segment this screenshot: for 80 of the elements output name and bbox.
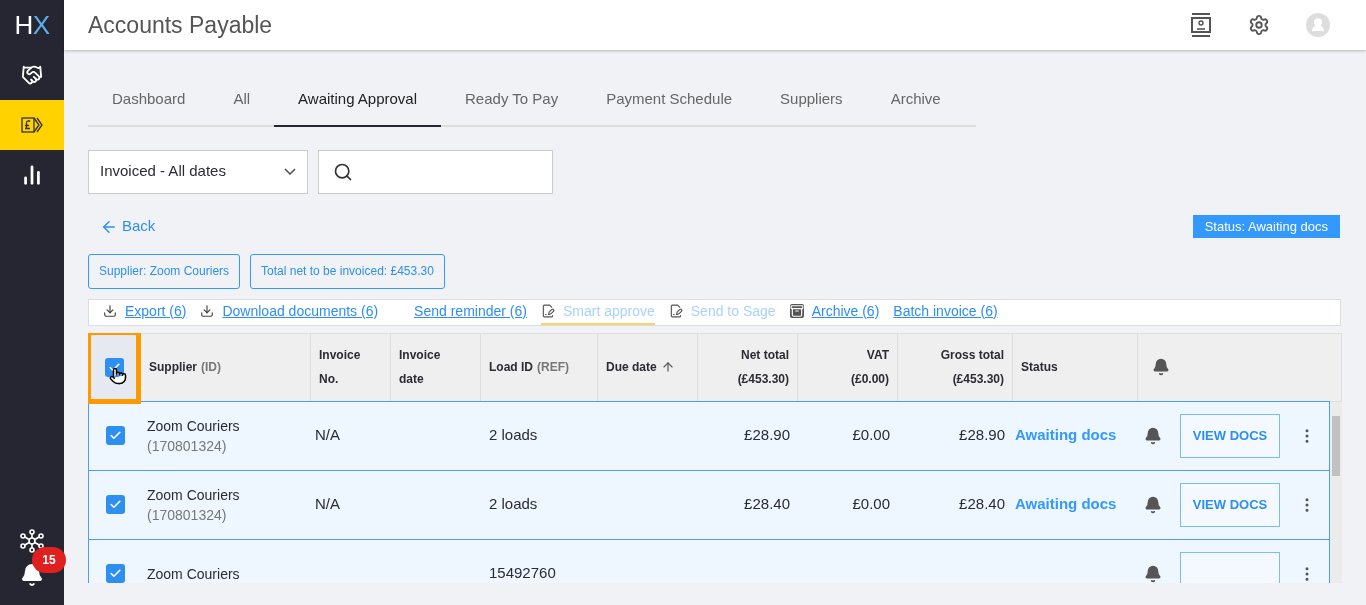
supplier-id: (170801324) (147, 505, 228, 525)
column-header[interactable]: VAT (£0.00) (798, 333, 898, 401)
supplier-name: Zoom Couriers (147, 416, 241, 436)
tab[interactable]: Archive (866, 88, 965, 127)
tab[interactable]: Dashboard (88, 88, 210, 127)
table-cell: N/A (315, 495, 340, 513)
table-row[interactable]: Zoom Couriers (170801324) N/A 2 loads £28.40 £0.00 £28.40 Awaiting docs VIEW DOCS (88, 469, 1330, 540)
toolbar-action-link[interactable]: Download documents (6) (200, 299, 379, 325)
table-cell: £0.00 (852, 426, 890, 444)
status-text: Awaiting docs (1015, 426, 1117, 444)
bar-chart-icon (21, 164, 43, 186)
chevron-icon (284, 168, 296, 175)
pound-tag-icon (21, 117, 43, 133)
table-row[interactable]: Zoom Couriers (170801324) N/A 2 loads £28.90 £0.00 £28.90 Awaiting docs VIEW DOCS (88, 400, 1330, 471)
search-field[interactable] (318, 149, 553, 194)
settings-icon[interactable] (1248, 14, 1270, 36)
table-row[interactable]: Zoom Couriers 15492760 (88, 538, 1330, 583)
view-docs-button[interactable]: VIEW DOCS (1180, 482, 1280, 527)
filter-chip: Total net to be invoiced: £453.30 (250, 253, 445, 289)
toolbar-action-link[interactable]: Export (6) (103, 299, 187, 325)
archive-icon (789, 304, 804, 318)
bell-icon[interactable] (1152, 358, 1170, 376)
note-icon (668, 304, 683, 318)
column-header[interactable]: Invoice date (391, 333, 481, 401)
logo: HX (14, 8, 50, 42)
column-header[interactable]: Due date (598, 333, 698, 401)
tab[interactable]: Ready To Pay (441, 88, 583, 127)
check-icon (108, 429, 122, 442)
table-cell: £28.40 (744, 495, 790, 513)
download-icon (200, 304, 215, 318)
table-cell: 2 loads (489, 426, 538, 444)
notification-count: 15 (32, 547, 66, 573)
check-icon (108, 567, 122, 580)
status-filter-badge: Status: Awaiting docs (1192, 214, 1340, 239)
checkbox[interactable] (105, 564, 125, 583)
column-header[interactable]: Invoice No. (311, 333, 391, 401)
hand-cursor-icon (109, 366, 127, 385)
column-header[interactable]: Supplier (ID) (141, 333, 311, 401)
checkbox[interactable] (105, 495, 125, 514)
back-link[interactable]: Back (100, 215, 156, 238)
column-header[interactable]: Net total (£453.30) (698, 333, 798, 401)
handshake-icon (21, 64, 43, 86)
supplier-name: Zoom Couriers (147, 564, 241, 583)
table-cell: £28.90 (959, 426, 1005, 444)
view-docs-button[interactable]: VIEW DOCS (1180, 413, 1280, 458)
tab[interactable]: Suppliers (756, 88, 867, 127)
table-cell: £28.40 (959, 495, 1005, 513)
column-header[interactable]: Status (1013, 333, 1138, 401)
status-text: Awaiting docs (1015, 495, 1117, 513)
tab[interactable]: All (209, 88, 275, 127)
check-icon (108, 360, 121, 374)
tab[interactable]: Awaiting Approval (274, 88, 442, 127)
contact-card-icon[interactable] (1190, 12, 1212, 38)
table-cell: 2 loads (489, 495, 538, 513)
bell-icon[interactable] (1144, 564, 1162, 583)
check-icon (108, 498, 122, 511)
table-cell: £0.00 (852, 495, 890, 513)
supplier-id: (170801324) (147, 436, 228, 456)
page-title: Accounts Payable (88, 10, 274, 40)
supplier-name: Zoom Couriers (147, 485, 241, 505)
bell-icon[interactable] (1144, 426, 1162, 445)
download-icon (103, 304, 117, 318)
bell-icon[interactable] (1144, 495, 1162, 514)
search-icon (333, 161, 353, 182)
table-cell: £28.90 (744, 426, 790, 444)
scrollbar[interactable] (1330, 401, 1342, 583)
date-filter-select[interactable]: Invoiced - All dates (88, 149, 308, 194)
toolbar-action-link[interactable]: Send reminder (6) (414, 299, 527, 325)
column-header[interactable]: Gross total (£453.30) (898, 333, 1013, 401)
checkbox[interactable] (105, 426, 125, 445)
filter-chip: Supplier: Zoom Couriers (88, 253, 241, 289)
table-cell: N/A (315, 426, 340, 444)
toolbar-action-link[interactable]: Batch invoice (6) (893, 299, 998, 325)
notification-bell-icon[interactable] (20, 563, 44, 587)
table-cell: 15492760 (489, 564, 556, 582)
column-header[interactable]: Load ID (REF) (481, 333, 598, 401)
note-icon (540, 304, 555, 318)
tab[interactable]: Payment Schedule (582, 88, 757, 127)
toolbar-action-link[interactable]: Archive (6) (789, 299, 880, 325)
network-icon (20, 529, 44, 553)
